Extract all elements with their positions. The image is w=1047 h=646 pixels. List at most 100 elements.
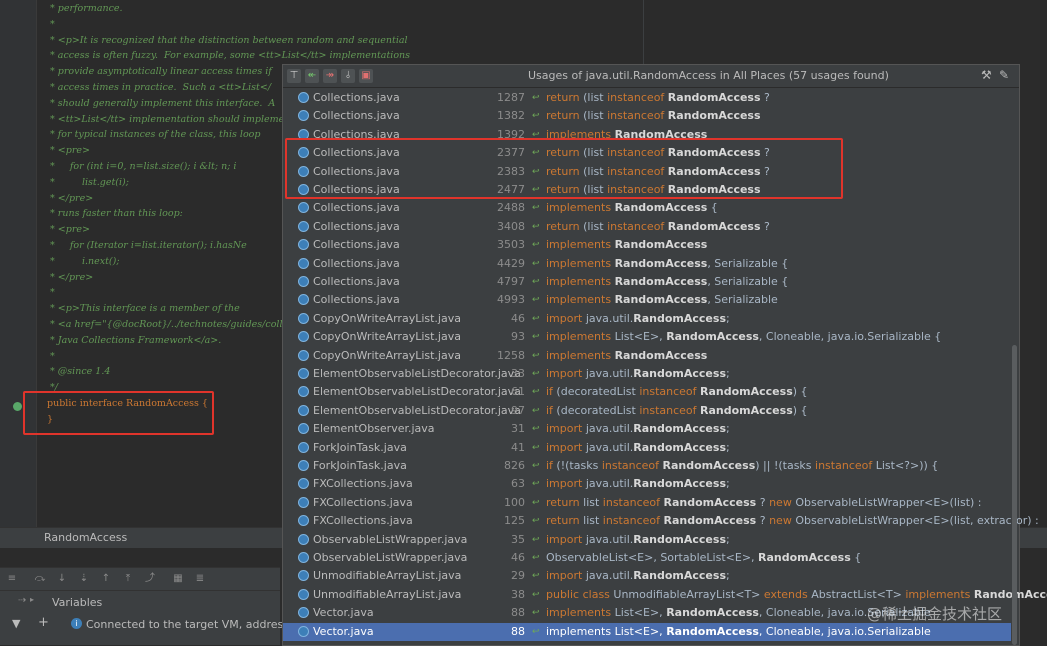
popup-scrollbar[interactable] [1012, 345, 1017, 645]
pin-icon[interactable]: ✎ [999, 68, 1009, 82]
usage-code-snippet: implements RandomAccess, Serializable { [546, 255, 788, 273]
settings-icon[interactable]: ≣ [194, 573, 206, 584]
debug-panel: ⇢ ▸ Variables ▼ + i Connected to the tar… [0, 590, 306, 645]
usage-row[interactable]: FXCollections.java 63 ↩ import java.util.Ra… [283, 475, 1011, 493]
force-step-into-icon[interactable]: ⇣ [78, 573, 90, 584]
debug-toolbar: ≡ ⤼ ↓ ⇣ ↑ ⤒ ⤴ ▦ ≣ [0, 567, 280, 590]
java-class-icon [298, 257, 309, 269]
show-write-access-icon[interactable]: ↠ [323, 69, 337, 83]
usage-line-number: 4429 [497, 256, 525, 270]
usage-row[interactable]: UnmodifiableArrayList.java 38 ↩ public clas… [283, 586, 1047, 604]
show-imports-icon[interactable]: ⫰ [341, 69, 355, 83]
collapse-icon[interactable]: ▸ [30, 595, 34, 604]
usage-row[interactable]: ElementObservableListDecorator.java 61 ↩ if… [283, 383, 1011, 401]
usage-row[interactable]: Collections.java 4797 ↩ implements RandomAc… [283, 273, 1011, 291]
java-class-icon [298, 533, 309, 545]
usage-row[interactable]: Vector.java 88 ↩ implements List<E>, Random… [283, 622, 1011, 641]
usage-code-snippet: implements RandomAccess [546, 347, 707, 365]
breadcrumb-item[interactable]: RandomAccess [44, 531, 127, 544]
usage-row[interactable]: CopyOnWriteArrayList.java 1258 ↩ implements… [283, 347, 1011, 365]
popup-header: ⊤ ↞ ↠ ⫰ ▣ Usages of java.util.RandomAcce… [283, 65, 1019, 88]
code-line: * i.next(); [47, 255, 120, 267]
usage-row[interactable]: Collections.java 2488 ↩ implements RandomAc… [283, 199, 1011, 217]
step-into-icon[interactable]: ↓ [56, 573, 68, 584]
frames-icon[interactable]: ⇢ [18, 595, 26, 606]
usage-row[interactable]: ForkJoinTask.java 826 ↩ if (!(tasks instanc… [283, 457, 1011, 475]
usage-code-snippet: import java.util.RandomAccess; [546, 567, 730, 585]
usage-row[interactable]: FXCollections.java 125 ↩ return list instan… [283, 512, 1039, 530]
usage-row[interactable]: CopyOnWriteArrayList.java 93 ↩ implements L… [283, 328, 1011, 346]
code-token: import [546, 440, 583, 454]
usage-row[interactable]: Collections.java 1382 ↩ return (list instan… [283, 107, 1011, 125]
implementation-marker-icon[interactable] [13, 402, 22, 411]
code-token: instanceof [602, 514, 660, 528]
usage-row[interactable]: CopyOnWriteArrayList.java 46 ↩ import java.… [283, 310, 1011, 328]
usage-row[interactable]: FXCollections.java 100 ↩ return list instan… [283, 494, 1011, 512]
code-token: ; [726, 532, 730, 546]
usage-file-name: Collections.java [313, 256, 400, 270]
usage-arrow-icon: ↩ [532, 387, 540, 398]
usage-arrow-icon: ↩ [532, 277, 540, 287]
java-class-icon [298, 441, 309, 453]
run-to-cursor-icon[interactable]: ⤴ [144, 573, 156, 584]
usage-line-number: 3503 [497, 238, 525, 252]
usage-row[interactable]: ForkJoinTask.java 41 ↩ import java.util.Ran… [283, 439, 1011, 457]
code-token: instanceof [607, 91, 665, 104]
usage-row[interactable]: ObservableListWrapper.java 46 ↩ ObservableL… [283, 549, 1011, 567]
code-token: implements [546, 293, 612, 307]
symbol-name: RandomAccess [614, 293, 708, 307]
settings-wrench-icon[interactable]: ⚒ [981, 68, 992, 82]
java-class-icon [298, 552, 309, 563]
test-sources-icon[interactable]: ▣ [359, 69, 373, 83]
usage-line-number: 29 [511, 569, 525, 583]
code-token: java.util. [582, 532, 634, 546]
code-token: implements [546, 238, 612, 252]
usage-row[interactable]: Collections.java 4993 ↩ implements RandomAc… [283, 291, 1011, 309]
symbol-name: RandomAccess [614, 348, 708, 362]
usage-code-snippet: if (decoratedList instanceof RandomAcces… [546, 402, 808, 420]
code-line: * runs faster than this loop: [47, 208, 183, 220]
code-token: java.util. [582, 422, 634, 436]
usage-row[interactable]: ElementObservableListDecorator.java 33 ↩ im… [283, 365, 1011, 383]
drop-frame-icon[interactable]: ⤒ [122, 573, 134, 584]
merge-usages-icon[interactable]: ⊤ [287, 69, 301, 83]
usage-arrow-icon: ↩ [532, 111, 540, 122]
usage-file-name: ObservableListWrapper.java [313, 532, 468, 546]
usage-row[interactable]: ObservableListWrapper.java 35 ↩ import java… [283, 531, 1011, 549]
usage-row[interactable]: Collections.java 3503 ↩ implements RandomAc… [283, 236, 1011, 254]
code-token: (decoratedList [552, 385, 640, 399]
usage-row[interactable]: Collections.java 4429 ↩ implements RandomAc… [283, 255, 1011, 273]
usage-row[interactable]: Collections.java 1287 ↩ return (list instan… [283, 89, 1011, 107]
usage-line-number: 61 [511, 385, 525, 399]
usage-line-number: 2488 [497, 201, 525, 215]
code-line: * should generally implement this interf… [47, 97, 276, 109]
symbol-name: RandomAccess [973, 587, 1047, 601]
usage-arrow-icon: ↩ [532, 350, 540, 361]
evaluate-icon[interactable]: ▦ [172, 573, 184, 584]
code-token: import [546, 532, 583, 546]
step-out-icon[interactable]: ↑ [100, 573, 112, 584]
show-read-access-icon[interactable]: ↞ [305, 69, 319, 83]
symbol-name: RandomAccess [633, 440, 726, 454]
usage-code-snippet: return list instanceof RandomAccess ? ne… [546, 494, 982, 512]
code-token: java.util. [582, 367, 634, 380]
usage-row[interactable]: ElementObserver.java 31 ↩ import java.util.… [283, 420, 1011, 438]
symbol-name: RandomAccess [633, 569, 726, 583]
symbol-name: RandomAccess [614, 275, 708, 288]
code-token: ; [726, 311, 730, 325]
usage-row[interactable]: UnmodifiableArrayList.java 29 ↩ import java… [283, 567, 1011, 585]
usage-line-number: 35 [511, 532, 525, 546]
add-icon[interactable]: + [38, 615, 49, 630]
filter-icon[interactable]: ▼ [12, 617, 20, 630]
debug-status: Connected to the target VM, address: '1 [86, 618, 307, 631]
variables-label: Variables [52, 596, 103, 609]
usage-line-number: 100 [504, 495, 525, 509]
step-over-icon[interactable]: ⤼ [34, 573, 46, 584]
usage-arrow-icon: ↩ [532, 258, 540, 269]
usage-row[interactable]: ElementObservableListDecorator.java 97 ↩ if… [283, 402, 1011, 420]
code-token: return [546, 91, 580, 104]
usage-row[interactable]: Collections.java 3408 ↩ return (list instan… [283, 218, 1011, 236]
symbol-name: RandomAccess [633, 422, 726, 436]
symbol-name: RandomAccess [633, 367, 726, 380]
menu-icon[interactable]: ≡ [6, 573, 18, 584]
